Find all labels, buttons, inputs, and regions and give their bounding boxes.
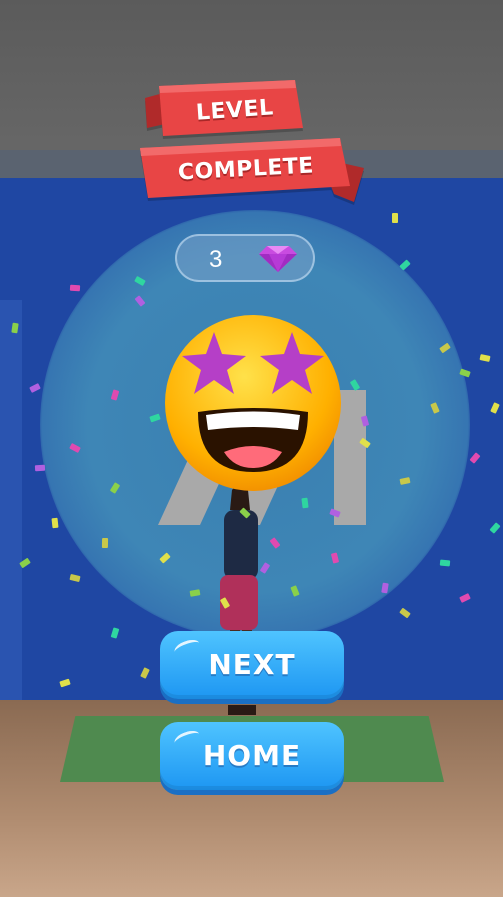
home-button[interactable]: HOME	[160, 722, 344, 790]
next-button[interactable]: NEXT	[160, 631, 344, 699]
button-shine	[172, 636, 202, 659]
confetti-piece	[439, 559, 451, 567]
confetti-piece	[34, 464, 46, 472]
confetti-piece	[301, 497, 309, 509]
confetti-piece	[69, 284, 81, 292]
gem-counter: 3	[175, 234, 315, 282]
gem-count: 3	[209, 246, 223, 273]
gem-icon	[259, 246, 297, 272]
confetti-piece	[101, 537, 109, 549]
confetti-piece	[392, 213, 398, 223]
side-wall	[0, 300, 22, 720]
button-shine	[172, 727, 202, 750]
confetti-piece	[51, 517, 59, 529]
star-struck-emoji-icon	[165, 315, 341, 491]
next-button-label: NEXT	[208, 648, 296, 681]
home-button-label: HOME	[202, 739, 302, 772]
